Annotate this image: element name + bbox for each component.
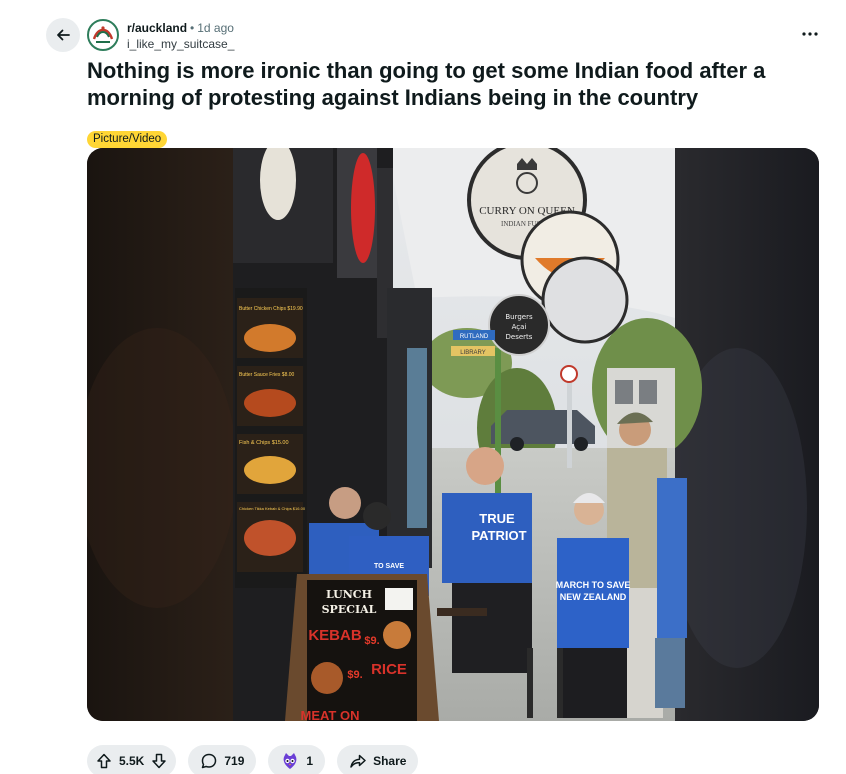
vote-pill: 5.5K (87, 745, 177, 774)
board-lunch: LUNCH (326, 588, 372, 601)
award-button[interactable]: 1 (268, 745, 326, 774)
board-kebab-price: $9. (364, 635, 379, 647)
subreddit-avatar[interactable] (87, 19, 119, 51)
menu-item-3: Fish & Chips $15.00 (239, 440, 289, 446)
shirt-nz: NEW ZEALAND (560, 592, 627, 602)
board-meat-on: MEAT ON (301, 708, 360, 721)
share-button[interactable]: Share (337, 745, 419, 774)
more-options-icon (802, 32, 818, 36)
menu-item-2: Butter Sauce Fries $8.00 (239, 372, 295, 378)
meta-separator: • (190, 21, 195, 35)
library-sign: LIBRARY (460, 350, 486, 356)
comments-button[interactable]: 719 (188, 745, 257, 774)
shirt-tosave: TO SAVE (374, 563, 404, 570)
post-actions-bar: 5.5K 719 1 Share (87, 745, 419, 774)
downvote-icon[interactable] (150, 752, 168, 770)
board-rice-price: $9. (347, 669, 362, 681)
board-line-3: Deserts (506, 333, 533, 341)
shirt-true: TRUE (479, 511, 515, 526)
board-line-1: Burgers (505, 313, 533, 321)
board-kebab: KEBAB (308, 627, 362, 644)
award-count: 1 (306, 754, 314, 768)
back-button[interactable] (46, 18, 80, 52)
post-flair[interactable]: Picture/Video (87, 131, 168, 148)
post-age: 1d ago (197, 21, 234, 35)
menu-item-4: Chicken Tikka Kebab & Chips $16.00 (239, 506, 306, 511)
shirt-march: MARCH TO SAVE (556, 580, 631, 590)
award-icon (280, 751, 300, 771)
comment-icon (200, 752, 218, 770)
street-photo: Butter Chicken Chips $19.90 Butter Sauce… (87, 148, 819, 721)
arrow-left-icon (55, 27, 71, 43)
post-title: Nothing is more ironic than going to get… (87, 58, 766, 110)
board-special: SPECIAL (322, 603, 377, 616)
auckland-logo-icon (90, 22, 116, 48)
upvote-icon[interactable] (95, 752, 113, 770)
subreddit-link[interactable]: r/auckland (127, 21, 187, 35)
post-meta: r/auckland • 1d ago i_like_my_suitcase_ (127, 20, 234, 52)
share-label: Share (373, 754, 407, 768)
share-icon (349, 752, 367, 770)
board-rice: RICE (371, 661, 407, 678)
author-link[interactable]: i_like_my_suitcase_ (127, 36, 234, 52)
shirt-patriot: PATRIOT (471, 528, 526, 543)
vote-count: 5.5K (119, 754, 145, 768)
board-line-2: Açai (512, 323, 527, 331)
comment-count: 719 (224, 754, 245, 768)
more-options-button[interactable] (796, 24, 824, 44)
post-image[interactable]: Butter Chicken Chips $19.90 Butter Sauce… (87, 148, 819, 721)
street-sign: RUTLAND (460, 334, 489, 340)
menu-item-1: Butter Chicken Chips $19.90 (239, 306, 303, 312)
